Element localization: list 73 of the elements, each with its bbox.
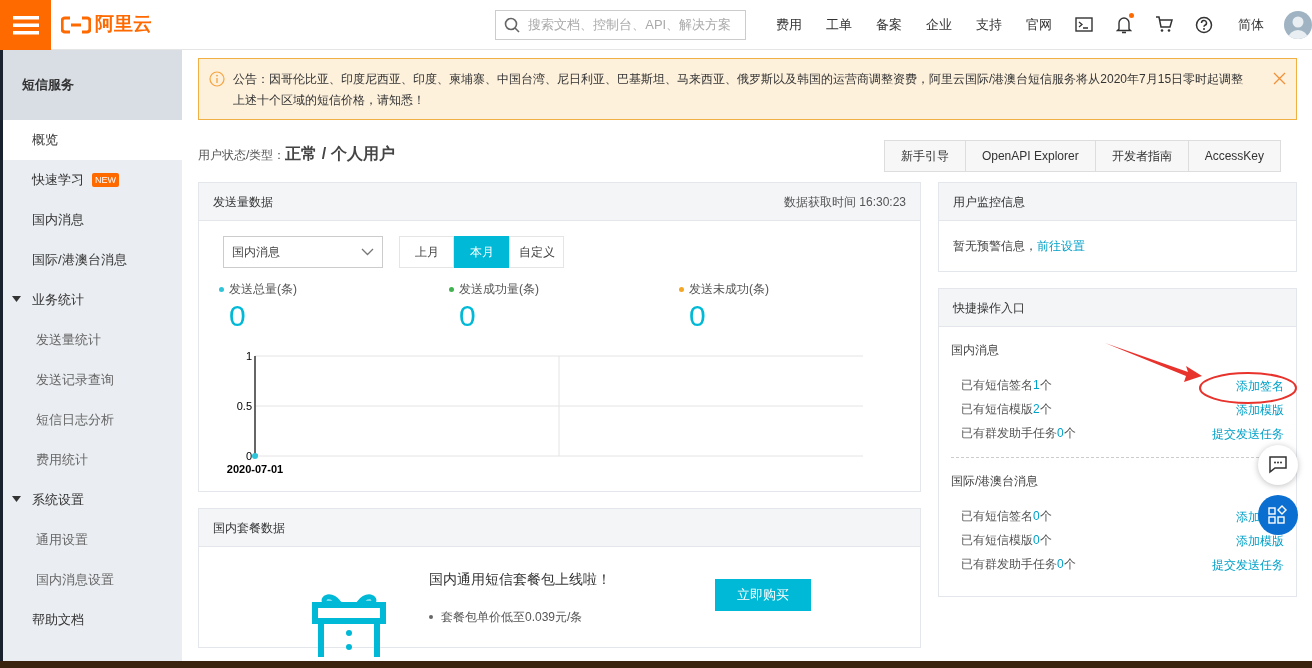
sidebar-item[interactable]: 短信日志分析 xyxy=(3,400,182,440)
sidebar-item[interactable]: 费用统计 xyxy=(3,440,182,480)
search-field[interactable]: 搜索文档、控制台、API、解决方案 xyxy=(495,9,746,40)
stat-value: 0 xyxy=(689,298,706,334)
panel-title: 国内套餐数据 xyxy=(213,519,285,537)
fetch-time: 数据获取时间 16:30:23 xyxy=(783,193,906,211)
count-text: 已有短信模版0个 xyxy=(961,532,1052,549)
chevron-icon xyxy=(361,248,374,256)
terminal-icon xyxy=(1075,17,1093,32)
section-title: 国内消息 xyxy=(951,342,999,359)
nav-link[interactable]: 支持 xyxy=(964,14,1014,35)
status-label: 用户状态/类型： xyxy=(198,148,286,164)
menu-button[interactable] xyxy=(0,0,52,50)
apps-icon xyxy=(1268,505,1288,525)
sidebar-item[interactable]: 国际/港澳台消息 xyxy=(3,240,182,280)
nav-link[interactable]: 工单 xyxy=(814,14,864,35)
stat-label: 发送总量(条) xyxy=(229,281,297,298)
help-icon xyxy=(1195,15,1213,34)
nav-link[interactable]: 费用 xyxy=(764,14,814,35)
panel-title: 发送量数据 xyxy=(213,193,273,211)
sidebar-title: 短信服务 xyxy=(22,76,74,95)
sidebar-item[interactable]: 业务统计 xyxy=(3,280,182,320)
data-point xyxy=(252,453,258,459)
sidebar-item[interactable]: 通用设置 xyxy=(3,520,182,560)
panel-title: 快捷操作入口 xyxy=(953,299,1025,317)
sidebar-item[interactable]: 发送量统计 xyxy=(3,320,182,360)
sidebar-item[interactable]: 系统设置 xyxy=(3,480,182,520)
count-text: 已有短信签名 1个 xyxy=(961,377,1052,394)
bell-icon xyxy=(1116,15,1132,34)
nav-link[interactable]: 企业 xyxy=(914,14,964,35)
status-value: 正常 / 个人用户 xyxy=(285,144,395,164)
period-tab[interactable]: 自定义 xyxy=(509,236,564,268)
info-icon xyxy=(209,71,225,87)
nav-link[interactable]: 备案 xyxy=(864,14,914,35)
cart-icon xyxy=(1155,16,1173,33)
stat-value: 0 xyxy=(459,298,476,334)
promo-headline: 国内通用短信套餐包上线啦！ xyxy=(429,570,611,589)
period-tab[interactable]: 上月 xyxy=(399,236,454,268)
section-title: 国际/港澳台消息 xyxy=(951,473,1039,490)
logo-text: 阿里云 xyxy=(95,12,153,37)
toolbar-button[interactable]: OpenAPI Explorer xyxy=(964,140,1096,172)
y-tick-label: 0 xyxy=(245,450,252,462)
language-link[interactable]: 简体 xyxy=(1224,14,1278,35)
stat-value: 0 xyxy=(229,298,246,334)
logo-icon xyxy=(61,15,92,34)
menu-icon xyxy=(12,14,39,35)
toolbar-button[interactable]: 新手引导 xyxy=(883,140,966,172)
count-text: 已有短信签名0个 xyxy=(961,508,1052,525)
stat-label: 发送成功量(条) xyxy=(459,281,539,298)
count-text: 已有群发助手任务0个 xyxy=(961,425,1076,442)
y-tick-label: 1 xyxy=(245,350,252,362)
stat-label: 发送未成功(条) xyxy=(689,281,769,298)
sidebar-item[interactable]: 概览 xyxy=(3,120,182,160)
sidebar-item[interactable]: 快速学习 NEW xyxy=(3,160,182,200)
monitor-text: 暂无预警信息，前往设置 xyxy=(952,238,1086,255)
nav-link[interactable]: 官网 xyxy=(1014,14,1064,35)
panel-title: 用户监控信息 xyxy=(953,193,1025,211)
new-badge: NEW xyxy=(92,173,119,187)
sidebar-item[interactable]: 发送记录查询 xyxy=(3,360,182,400)
toolbar-button[interactable]: 开发者指南 xyxy=(1094,140,1189,172)
sidebar-item[interactable]: 国内消息 xyxy=(3,200,182,240)
promo-bullet: 套餐包单价低至0.039元/条 xyxy=(441,609,583,626)
count-text: 已有群发助手任务0个 xyxy=(961,556,1076,573)
select-field[interactable]: 国内消息 xyxy=(223,236,383,268)
count-text: 已有短信模版2个 xyxy=(961,401,1052,418)
toolbar-button[interactable]: AccessKey xyxy=(1187,140,1281,172)
y-tick-label: 0.5 xyxy=(236,400,252,412)
sidebar-item[interactable]: 帮助文档 xyxy=(3,600,182,640)
x-tick-label: 2020-07-01 xyxy=(226,463,284,475)
chat-icon xyxy=(1269,456,1287,474)
search-icon xyxy=(504,16,521,33)
sidebar-item[interactable]: 国内消息设置 xyxy=(3,560,182,600)
notice-text: 公告：因哥伦比亚、印度尼西亚、印度、柬埔寨、中国台湾、尼日利亚、巴基斯坦、马来西亚、俄罗斯以及韩国的运营商调整资费，阿里云国际/港澳台短信服务将从2020年7月15日零时起调整上述十个区域的短信价格，请知悉！ xyxy=(233,71,1245,109)
